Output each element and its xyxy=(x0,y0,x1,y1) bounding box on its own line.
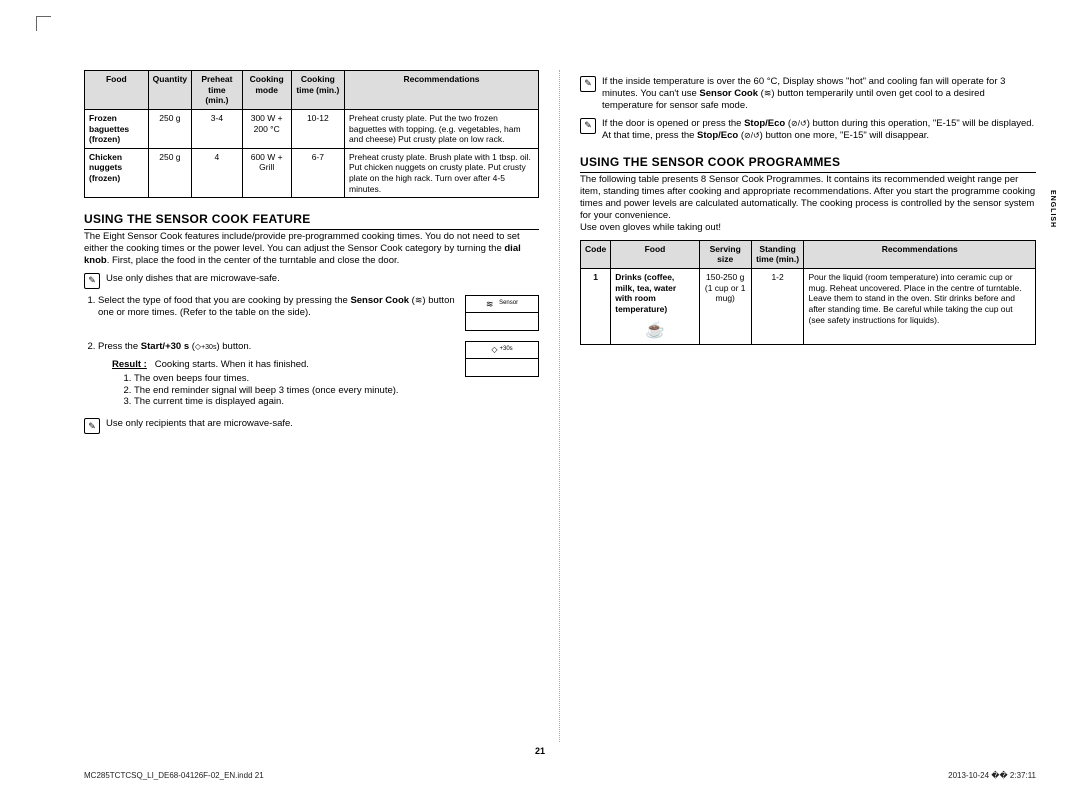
cell-time: 6-7 xyxy=(291,148,344,198)
table-row: 1 Drinks (coffee, milk, tea, water with … xyxy=(581,269,1036,345)
cell-food: Drinks (coffee, milk, tea, water with ro… xyxy=(611,269,699,345)
steam-icon: ≋ xyxy=(415,295,423,306)
th-size: Serving size xyxy=(699,240,751,268)
cell-food: Frozen baguettes (frozen) xyxy=(85,109,149,148)
page-content: Food Quantity Preheat time (min.) Cookin… xyxy=(84,70,1036,742)
cell-rec: Preheat crusty plate. Brush plate with 1… xyxy=(345,148,539,198)
cell-mode: 600 W + Grill xyxy=(242,148,291,198)
crop-mark xyxy=(36,16,51,31)
cell-food: Chicken nuggets (frozen) xyxy=(85,148,149,198)
note-icon xyxy=(580,118,596,134)
note-text: Use only dishes that are microwave-safe. xyxy=(106,273,280,289)
note-text: If the inside temperature is over the 60… xyxy=(602,76,1036,112)
section-heading-programmes: USING THE SENSOR COOK PROGRAMMES xyxy=(580,155,1036,173)
cell-mode: 300 W + 200 °C xyxy=(242,109,291,148)
sensor-button-figure: ≋ Sensor xyxy=(465,295,539,331)
cell-qty: 250 g xyxy=(148,109,191,148)
section-heading-feature: USING THE SENSOR COOK FEATURE xyxy=(84,212,539,230)
left-column: Food Quantity Preheat time (min.) Cookin… xyxy=(84,70,560,742)
diamond-icon: ◇ xyxy=(491,345,497,355)
steam-icon: ≋ xyxy=(764,88,772,99)
th-mode: Cooking mode xyxy=(242,71,291,110)
cup-icon: ☕ xyxy=(615,321,694,341)
language-tab: ENGLISH xyxy=(1049,190,1056,228)
note-icon xyxy=(84,418,100,434)
eco-icon: ⊘/↺ xyxy=(744,131,760,141)
cell-time: 10-12 xyxy=(291,109,344,148)
result-list: The oven beeps four times. The end remin… xyxy=(134,373,539,409)
th-code: Code xyxy=(581,240,611,268)
th-stand: Standing time (min.) xyxy=(751,240,804,268)
cooking-table: Food Quantity Preheat time (min.) Cookin… xyxy=(84,70,539,198)
result-item: The current time is displayed again. xyxy=(134,396,539,408)
th-preheat: Preheat time (min.) xyxy=(192,71,243,110)
result-label: Result : xyxy=(112,359,147,370)
note-text: Use only recipients that are microwave-s… xyxy=(106,418,293,434)
footer-date: 2013-10-24 �� 2:37:11 xyxy=(948,771,1036,780)
programmes-intro: The following table presents 8 Sensor Co… xyxy=(580,174,1036,222)
right-column: If the inside temperature is over the 60… xyxy=(560,70,1036,742)
th-food: Food xyxy=(85,71,149,110)
result-item: The end reminder signal will beep 3 time… xyxy=(134,385,539,397)
th-rec: Recommendations xyxy=(345,71,539,110)
programmes-intro2: Use oven gloves while taking out! xyxy=(580,222,1036,234)
th-qty: Quantity xyxy=(148,71,191,110)
cell-size: 150-250 g (1 cup or 1 mug) xyxy=(699,269,751,345)
step-2: ◇+30s Press the Start/+30 s (◇+30s) butt… xyxy=(98,341,539,408)
note-icon xyxy=(580,76,596,92)
cell-qty: 250 g xyxy=(148,148,191,198)
print-footer: MC285TCTCSQ_LI_DE68-04126F-02_EN.indd 21… xyxy=(84,771,1036,780)
cell-code: 1 xyxy=(581,269,611,345)
th-time: Cooking time (min.) xyxy=(291,71,344,110)
steps-list: ≋ Sensor Select the type of food that yo… xyxy=(98,295,539,408)
cell-preheat: 3-4 xyxy=(192,109,243,148)
cell-stand: 1-2 xyxy=(751,269,804,345)
page-number: 21 xyxy=(0,746,1080,756)
programme-table: Code Food Serving size Standing time (mi… xyxy=(580,240,1036,345)
step-1: ≋ Sensor Select the type of food that yo… xyxy=(98,295,539,331)
cell-rec: Preheat crusty plate. Put the two frozen… xyxy=(345,109,539,148)
th-food: Food xyxy=(611,240,699,268)
manual-page: ENGLISH Food Quantity Preheat time (min.… xyxy=(0,0,1080,792)
feature-intro: The Eight Sensor Cook features include/p… xyxy=(84,231,539,267)
note-text: If the door is opened or press the Stop/… xyxy=(602,118,1036,142)
cell-preheat: 4 xyxy=(192,148,243,198)
cell-rec: Pour the liquid (room temperature) into … xyxy=(804,269,1036,345)
table-row: Frozen baguettes (frozen) 250 g 3-4 300 … xyxy=(85,109,539,148)
note-recipients: Use only recipients that are microwave-s… xyxy=(84,418,539,434)
note-e15: If the door is opened or press the Stop/… xyxy=(580,118,1036,142)
note-hot: If the inside temperature is over the 60… xyxy=(580,76,1036,112)
th-rec: Recommendations xyxy=(804,240,1036,268)
table-row: Chicken nuggets (frozen) 250 g 4 600 W +… xyxy=(85,148,539,198)
footer-file: MC285TCTCSQ_LI_DE68-04126F-02_EN.indd 21 xyxy=(84,771,264,780)
note-dishes: Use only dishes that are microwave-safe. xyxy=(84,273,539,289)
start-button-figure: ◇+30s xyxy=(465,341,539,377)
eco-icon: ⊘/↺ xyxy=(791,119,807,129)
steam-icon: ≋ xyxy=(486,299,494,310)
note-icon xyxy=(84,273,100,289)
